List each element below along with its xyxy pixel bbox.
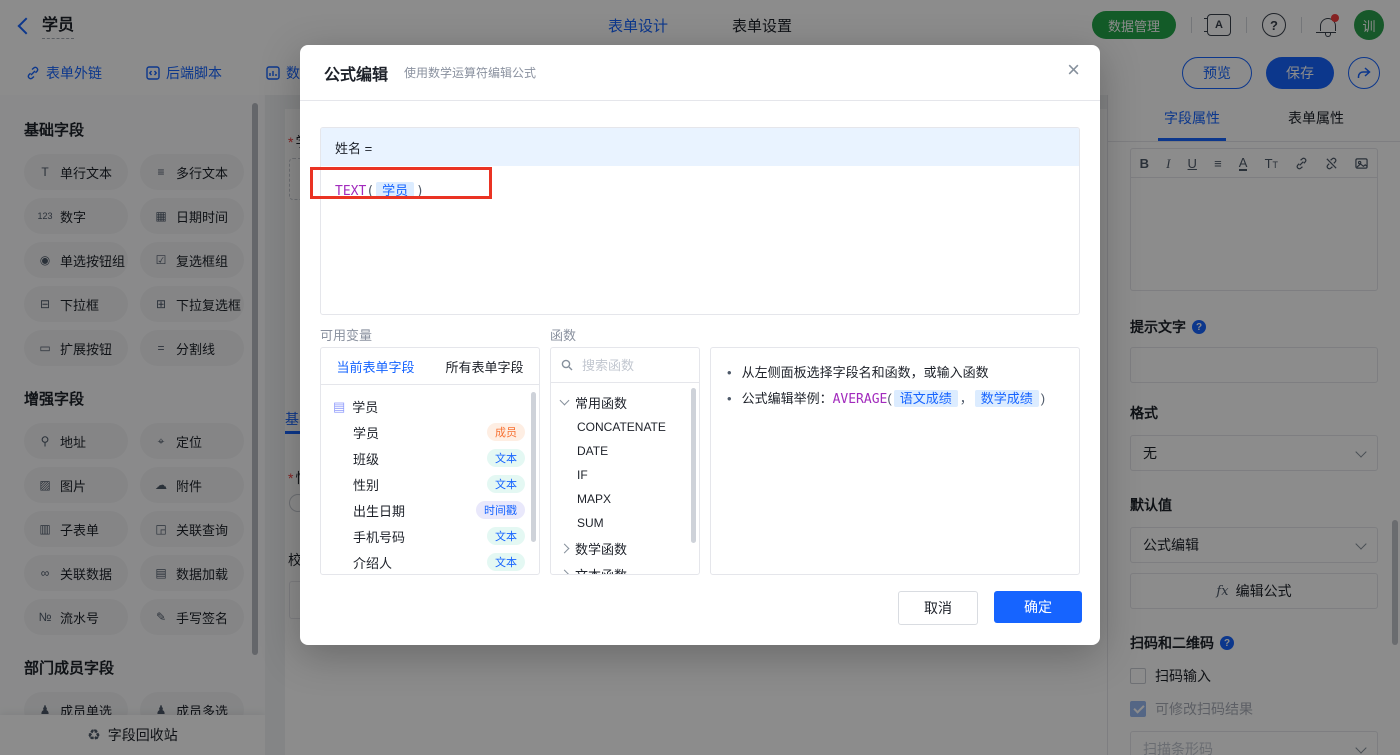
functions-scrollbar[interactable] bbox=[691, 388, 696, 543]
function-item[interactable]: CONCATENATE bbox=[551, 415, 699, 439]
form-designer-app: 学员 表单设计 表单设置 数据管理 A ? 训 表单外链 后端脚本 预览 保存 … bbox=[0, 0, 1400, 755]
help-panel: 从左侧面板选择字段名和函数，或输入函数 公式编辑举例：AVERAGE(语文成绩，… bbox=[710, 347, 1080, 575]
variable-name: 出生日期 bbox=[353, 503, 406, 519]
variable-row[interactable]: 性别 文本 bbox=[321, 471, 539, 497]
chevron-down-icon bbox=[559, 395, 570, 406]
variable-row[interactable]: 学员 成员 bbox=[321, 419, 539, 445]
variables-label: 可用变量 bbox=[320, 328, 373, 343]
type-badge: 文本 bbox=[487, 449, 525, 467]
function-group-label: 数学函数 bbox=[575, 541, 628, 557]
function-group-label: 文本函数 bbox=[575, 567, 628, 575]
chevron-right-icon bbox=[559, 543, 570, 553]
type-badge: 时间戳 bbox=[476, 501, 525, 519]
variable-name: 班级 bbox=[353, 451, 380, 467]
function-item[interactable]: MAPX bbox=[551, 487, 699, 511]
variable-row[interactable]: 介绍人 文本 bbox=[321, 549, 539, 574]
variable-row[interactable]: 出生日期 时间戳 bbox=[321, 497, 539, 523]
example-field-chip: 数学成绩 bbox=[974, 390, 1039, 407]
confirm-button[interactable]: 确定 bbox=[994, 591, 1082, 623]
example-field-chip: 语文成绩 bbox=[893, 390, 958, 407]
variables-panel: 当前表单字段 所有表单字段 ▤ 学员 学员 成员 班级 文本 性别 文本 出生日期 时间… bbox=[320, 347, 540, 575]
variable-row[interactable]: 手机号码 文本 bbox=[321, 523, 539, 549]
function-group-math[interactable]: 数学函数 bbox=[551, 535, 699, 561]
functions-panel: 常用函数 CONCATENATE DATE IF MAPX SUM 数学函数 文… bbox=[550, 347, 700, 575]
search-icon bbox=[561, 359, 573, 371]
close-icon[interactable]: × bbox=[1067, 59, 1080, 81]
help-content: 从左侧面板选择字段名和函数，或输入函数 公式编辑举例：AVERAGE(语文成绩，… bbox=[711, 348, 1079, 425]
functions-label: 函数 bbox=[550, 328, 577, 343]
function-search[interactable] bbox=[551, 348, 699, 383]
modal-title: 公式编辑 bbox=[324, 66, 389, 84]
open-paren: ( bbox=[887, 391, 892, 406]
help-tip-2: 公式编辑举例：AVERAGE(语文成绩，数学成绩) bbox=[727, 386, 1063, 413]
tree-root-form[interactable]: ▤ 学员 bbox=[321, 393, 539, 419]
variables-tree: ▤ 学员 学员 成员 班级 文本 性别 文本 出生日期 时间戳 手机号码 文本 介绍人 文本 bbox=[321, 385, 539, 574]
type-badge: 文本 bbox=[487, 475, 525, 493]
variable-name: 介绍人 bbox=[353, 555, 393, 571]
variable-name: 性别 bbox=[353, 477, 380, 493]
variables-tabs: 当前表单字段 所有表单字段 bbox=[321, 348, 539, 385]
modal-header: 公式编辑 使用数学运算符编辑公式 bbox=[300, 45, 1100, 101]
tab-all-form-fields[interactable]: 所有表单字段 bbox=[445, 357, 523, 376]
help-example-prefix: 公式编辑举例： bbox=[741, 391, 833, 406]
type-badge: 文本 bbox=[487, 553, 525, 571]
modal-footer: 取消 确定 bbox=[898, 591, 1082, 625]
formula-edit-modal: 公式编辑 使用数学运算符编辑公式 × 姓名 = TEXT(学员) 可用变量 函数… bbox=[300, 45, 1100, 645]
annotation-highlight-rect bbox=[310, 167, 492, 199]
tree-root-label: 学员 bbox=[352, 399, 379, 415]
function-group-common[interactable]: 常用函数 bbox=[551, 389, 699, 415]
function-item[interactable]: DATE bbox=[551, 439, 699, 463]
close-paren: ) bbox=[1040, 391, 1046, 406]
function-group-label: 常用函数 bbox=[575, 395, 628, 411]
modal-subtitle: 使用数学运算符编辑公式 bbox=[404, 66, 537, 80]
formula-target: 姓名 = bbox=[321, 128, 1079, 166]
chevron-right-icon bbox=[559, 569, 570, 574]
tab-current-form-fields[interactable]: 当前表单字段 bbox=[336, 357, 414, 376]
variable-name: 学员 bbox=[353, 425, 380, 441]
variable-name: 手机号码 bbox=[353, 529, 406, 545]
form-doc-icon: ▤ bbox=[333, 398, 346, 414]
formula-editor-box[interactable]: 姓名 = TEXT(学员) bbox=[320, 127, 1080, 315]
variables-scrollbar[interactable] bbox=[531, 392, 536, 542]
comma: ， bbox=[959, 391, 973, 406]
example-function-name: AVERAGE bbox=[832, 392, 888, 407]
cancel-button[interactable]: 取消 bbox=[898, 591, 978, 625]
function-search-input[interactable] bbox=[580, 356, 684, 374]
variable-row[interactable]: 班级 文本 bbox=[321, 445, 539, 471]
function-group-text[interactable]: 文本函数 bbox=[551, 561, 699, 575]
help-tip-1: 从左侧面板选择字段名和函数，或输入函数 bbox=[727, 360, 1063, 386]
type-badge: 成员 bbox=[487, 423, 525, 441]
function-item[interactable]: SUM bbox=[551, 511, 699, 535]
type-badge: 文本 bbox=[487, 527, 525, 545]
function-item[interactable]: IF bbox=[551, 463, 699, 487]
